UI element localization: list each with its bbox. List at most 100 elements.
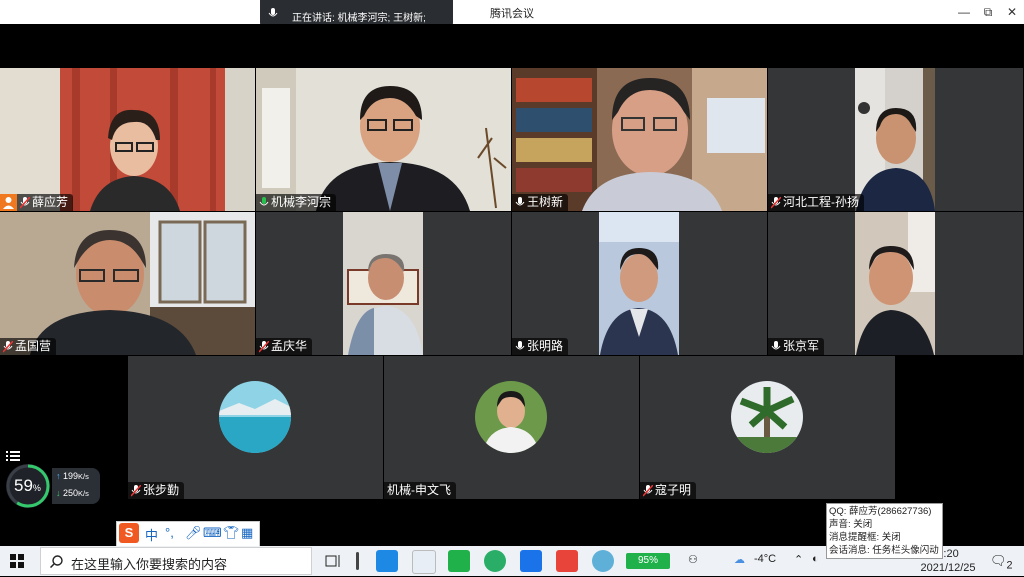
avatar [475,381,547,453]
video-tile-meng-guoying[interactable]: 孟国营 [0,212,255,355]
avatar [731,381,803,453]
participant-label: 张明路 [512,338,569,355]
speaking-text: 正在讲话: 机械李河宗; 王树新; [292,13,426,24]
video-tile-sun[interactable]: 河北工程-孙扬 [768,68,1023,211]
window-title: 腾讯会议 [490,8,534,20]
speaking-mic-icon [268,8,278,17]
ime-toolbar[interactable]: S 中 °, 🎤︎ ⌨ 👕︎ ▦ [116,521,260,547]
participant-name: 孟国营 [15,339,52,353]
camera-feed [512,212,767,355]
percent-value: 59 [14,476,33,495]
upload-arrow-icon: ↑ [56,471,61,481]
video-tile-kou-ziming[interactable]: 寇子明 [640,356,895,499]
upload-unit: K/s [78,472,89,481]
participant-label: 机械李河宗 [256,194,337,211]
camera-feed [768,68,1023,211]
qq-line4: 会话消息: 任务栏头像闪动 [829,545,939,556]
wps-icon[interactable] [556,550,578,572]
network-gauge[interactable]: ↑ 199K/s ↓ 250K/s 59% [4,462,100,510]
qq-line1: QQ: 薛应芳(286627736) [829,506,932,517]
download-arrow-icon: ↓ [56,488,61,498]
participant-name: 张明路 [527,339,564,353]
ime-mode[interactable]: 中 [145,525,158,544]
ime-punct[interactable]: °, [165,525,174,540]
mic-on-icon [515,340,525,349]
participant-label: 孟庆华 [256,338,313,355]
notification-count: 2 [1006,559,1013,572]
mic-muted-icon [20,196,30,209]
app-icon-paint[interactable] [412,550,436,574]
ime-toolbox-icon[interactable]: ▦ [241,525,253,541]
app-icon-blue[interactable] [376,550,398,572]
close-button[interactable]: ✕ [1000,3,1024,21]
network-percent: 59% [14,476,41,496]
mic-on-icon [771,340,781,349]
ime-keyboard-icon[interactable]: ⌨ [203,525,222,541]
upload-speed: 199 [63,471,79,481]
weather-temp[interactable]: -4°C [754,553,776,565]
iqiyi-icon[interactable] [448,550,470,572]
host-icon [0,194,17,211]
minimize-button[interactable]: — [952,3,976,21]
qq-line3: 消息提醒框: 关闭 [829,532,901,543]
participant-name: 寇子明 [655,483,692,497]
mic-muted-icon [3,340,13,353]
qq-status-tooltip: QQ: 薛应芳(286627736) 声音: 关闭 消息提醒框: 关闭 会话消息… [826,503,943,559]
participant-name: 张步勤 [143,483,180,497]
mic-on-icon [515,196,525,205]
clock-date: 2021/12/25 [920,562,976,574]
people-icon[interactable]: ⚇ [688,553,698,566]
video-tile-meng-qinghua[interactable]: 孟庆华 [256,212,511,355]
participant-name: 王树新 [527,195,564,209]
video-tile-zhang-buqin[interactable]: 张步勤 [128,356,383,499]
video-tile-zhang-jingjun[interactable]: 张京军 [768,212,1023,355]
weather-icon: ☁ [734,554,745,566]
qq-tray-icon[interactable]: ◐ [812,553,819,565]
notification-center-icon[interactable]: 🗨︎2 [990,553,1013,572]
participant-label: 薛应芳 [0,194,74,211]
restore-button[interactable]: ⧉ [976,3,1000,21]
camera-feed [256,212,511,355]
download-speed: 250 [63,488,79,498]
mic-muted-icon [131,484,141,497]
mic-muted-icon [771,196,781,209]
app-icon-cloud[interactable] [592,550,614,572]
avatar [219,381,291,453]
participant-name: 张京军 [783,339,820,353]
participant-label: 河北工程-孙扬 [768,194,864,211]
task-view-icon[interactable] [322,550,344,572]
video-tile-shen-wenfei[interactable]: 机械-申文飞 [384,356,639,499]
windows-start-icon[interactable] [10,554,24,568]
camera-feed [256,68,511,211]
taskbar-divider [356,552,359,570]
participant-name: 孟庆华 [271,339,308,353]
network-speeds: ↑ 199K/s ↓ 250K/s [52,468,100,504]
video-tile-wang[interactable]: 王树新 [512,68,767,211]
camera-feed [0,212,255,355]
wechat-icon[interactable] [484,550,506,572]
participant-label: 张步勤 [128,482,185,499]
participant-label: 王树新 [512,194,569,211]
participant-name: 薛应芳 [32,195,69,209]
participant-label: 张京军 [768,338,825,355]
participant-label: 机械-申文飞 [384,482,456,499]
video-tile-xue[interactable]: 薛应芳 [0,68,255,211]
video-grid: 薛应芳 机械李河宗 王树新 河北工程-孙扬 孟国营 孟庆华 张明路 张京军 张步… [0,24,1024,546]
ime-skin-icon[interactable]: 👕︎ [223,525,240,541]
qq-line2: 声音: 关闭 [829,519,873,530]
participant-name: 机械-申文飞 [387,483,451,497]
ime-mic-icon[interactable]: 🎤︎ [185,525,202,541]
video-tile-li[interactable]: 机械李河宗 [256,68,511,211]
sogou-logo: S [119,523,139,543]
battery-indicator[interactable]: 95% [626,553,670,569]
participant-name: 机械李河宗 [271,195,332,209]
video-tile-zhang-minglu[interactable]: 张明路 [512,212,767,355]
taskbar-search[interactable]: 在这里输入你要搜索的内容 [40,547,312,575]
title-bar: 腾讯会议 — ⧉ ✕ [0,0,1024,24]
mic-muted-icon [259,340,269,353]
tray-expand-icon[interactable]: ⌃ [794,553,803,566]
participant-label: 寇子明 [640,482,697,499]
tencent-meeting-icon[interactable] [520,550,542,572]
camera-feed [512,68,767,211]
participant-name: 河北工程-孙扬 [783,195,859,209]
